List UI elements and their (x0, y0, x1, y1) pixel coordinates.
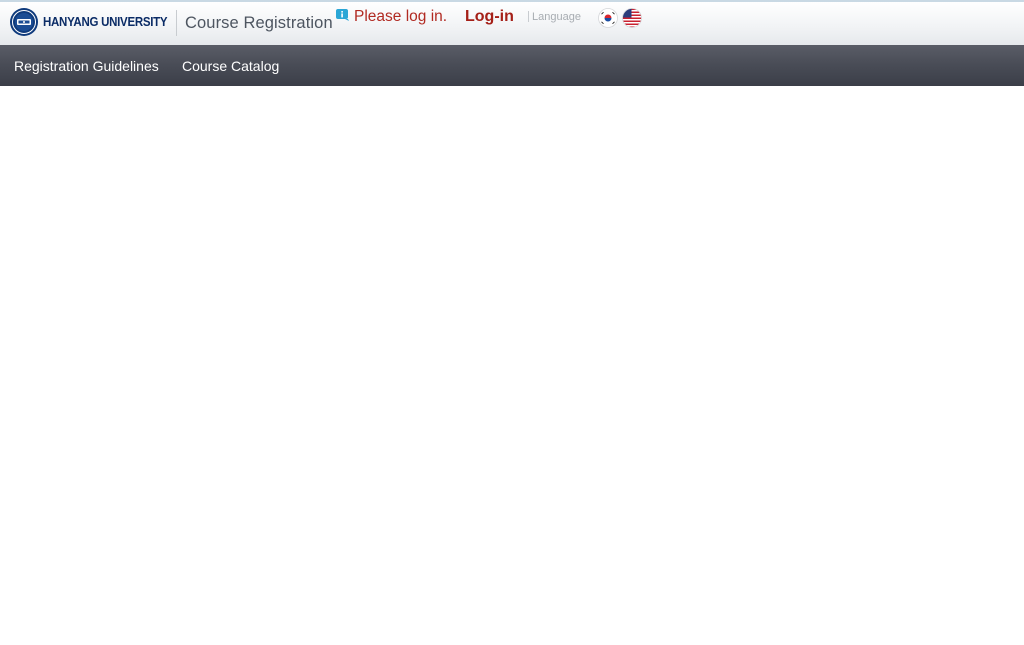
login-message: Please log in. (354, 8, 448, 25)
language-divider (528, 11, 529, 22)
top-header: HANYANG UNIVERSITY Course Registration P… (0, 0, 1024, 45)
login-button[interactable]: Log-in (465, 8, 514, 26)
university-seal-icon (10, 8, 38, 36)
site-title: Course Registration (185, 14, 333, 32)
nav-item-registration-guidelines[interactable]: Registration Guidelines (14, 58, 159, 74)
korean-flag-icon[interactable] (598, 8, 618, 28)
info-icon (336, 9, 349, 21)
main-nav: Registration Guidelines Course Catalog (0, 45, 1024, 86)
logo-text: HANYANG UNIVERSITY (43, 15, 168, 29)
nav-item-course-catalog[interactable]: Course Catalog (182, 58, 279, 74)
language-label: Language (532, 11, 581, 23)
university-logo[interactable]: HANYANG UNIVERSITY (9, 6, 178, 38)
us-flag-icon[interactable] (622, 8, 642, 28)
main-content-area (0, 86, 1024, 645)
header-divider (176, 10, 177, 36)
